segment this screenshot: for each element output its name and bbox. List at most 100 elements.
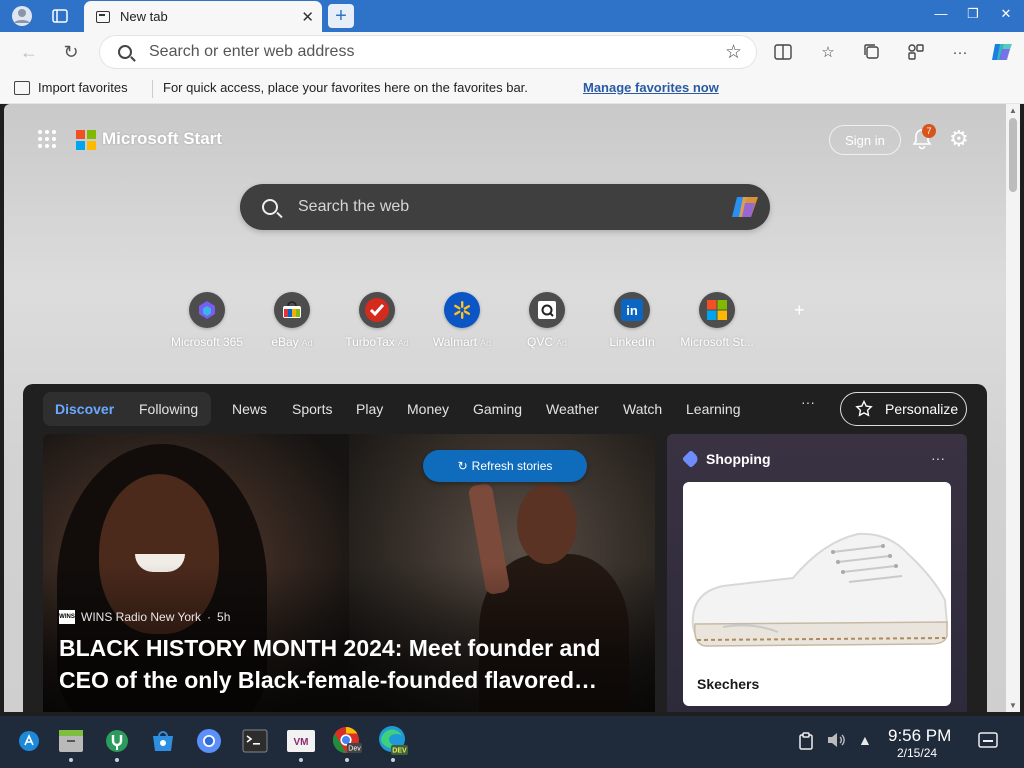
profile-icon[interactable] — [10, 4, 34, 28]
quick-link-walmart[interactable]: Walmart Ad — [417, 292, 507, 349]
news-feed: Discover Following News Sports Play Mone… — [23, 384, 987, 712]
scroll-down-icon[interactable]: ▼ — [1009, 701, 1017, 710]
notification-badge: 7 — [922, 124, 936, 138]
import-favorites-button[interactable]: Import favorites — [38, 80, 128, 95]
favorites-tip: For quick access, place your favorites h… — [163, 80, 528, 95]
ql-label: TurboTax — [345, 335, 395, 349]
tab-learning[interactable]: Learning — [686, 401, 741, 417]
tab-watch[interactable]: Watch — [623, 401, 662, 417]
refresh-icon[interactable]: ↻ — [58, 40, 84, 64]
chromium-icon[interactable] — [192, 724, 226, 758]
web-search-box[interactable]: Search the web — [240, 184, 770, 230]
files-app-icon[interactable] — [54, 724, 88, 762]
tray-expand-icon[interactable]: ▲ — [858, 732, 872, 748]
close-tab-icon[interactable]: ✕ — [301, 8, 314, 26]
product-card[interactable]: Skechers — [683, 482, 951, 706]
quick-link-microsoft-store[interactable]: Microsoft St... — [672, 292, 762, 349]
clock-date[interactable]: 2/15/24 — [897, 746, 937, 760]
personalize-icon — [855, 400, 873, 417]
launcher-icon[interactable] — [12, 724, 46, 758]
tab-discover[interactable]: Discover — [55, 401, 114, 417]
chrome-dev-icon[interactable]: Dev — [330, 724, 364, 762]
brand-title[interactable]: Microsoft Start — [102, 129, 222, 149]
shopping-tag-icon — [681, 449, 701, 469]
search-icon — [262, 199, 278, 215]
minimize-icon[interactable]: — — [930, 6, 952, 21]
restore-icon[interactable]: ❐ — [962, 6, 984, 22]
ql-label: Walmart — [432, 335, 478, 349]
web-search-input[interactable]: Search the web — [298, 198, 409, 216]
page-scrollbar[interactable]: ▲ ▼ — [1006, 104, 1020, 712]
quick-link-microsoft-365[interactable]: Microsoft 365 — [162, 292, 252, 349]
address-input[interactable]: Search or enter web address — [149, 43, 354, 61]
tab-gaming[interactable]: Gaming — [473, 401, 522, 417]
clock-time[interactable]: 9:56 PM — [888, 726, 951, 746]
ql-label: Microsoft St... — [680, 335, 754, 349]
store-app-icon[interactable] — [146, 724, 180, 758]
favorites-icon[interactable]: ☆ — [817, 42, 839, 62]
add-quick-link-icon[interactable]: + — [794, 300, 805, 321]
tab-money[interactable]: Money — [407, 401, 449, 417]
turbotax-icon — [359, 292, 395, 328]
quick-link-ebay[interactable]: eBay Ad — [247, 292, 337, 349]
split-screen-icon[interactable] — [772, 42, 794, 62]
new-tab-button[interactable]: + — [328, 4, 354, 28]
workspaces-icon[interactable] — [48, 4, 72, 28]
tab-new-tab[interactable]: New tab ✕ — [84, 1, 322, 32]
import-favorites-icon[interactable] — [14, 81, 30, 95]
running-indicator — [391, 758, 395, 762]
quick-link-qvc[interactable]: QVC Ad — [502, 292, 592, 349]
app-launcher-icon[interactable] — [38, 130, 56, 148]
microsoft-store-icon — [699, 292, 735, 328]
edge-dev-icon[interactable]: DEV — [376, 724, 410, 762]
tab-following[interactable]: Following — [139, 401, 198, 417]
svg-text:VM: VM — [294, 737, 309, 748]
scrollbar-thumb[interactable] — [1009, 118, 1017, 192]
quick-link-linkedin[interactable]: in LinkedIn — [587, 292, 677, 349]
product-name[interactable]: Skechers — [697, 676, 759, 692]
vm-app-icon[interactable]: VM — [284, 724, 318, 762]
collections-icon[interactable] — [861, 42, 883, 62]
settings-app-icon[interactable] — [100, 724, 134, 762]
microsoft-logo — [76, 130, 96, 150]
sign-in-button[interactable]: Sign in — [829, 125, 901, 155]
ql-label: eBay — [271, 335, 299, 349]
scroll-up-icon[interactable]: ▲ — [1009, 106, 1017, 115]
feed-more-button[interactable]: ··· — [801, 394, 815, 410]
tab-news[interactable]: News — [232, 401, 267, 417]
microsoft-365-icon — [189, 292, 225, 328]
shopping-more-button[interactable]: ··· — [931, 450, 945, 466]
address-bar[interactable]: Search or enter web address ☆ — [100, 36, 756, 68]
story-headline[interactable]: BLACK HISTORY MONTH 2024: Meet founder a… — [59, 632, 643, 696]
settings-icon[interactable]: ⚙ — [949, 126, 969, 152]
ad-badge: Ad — [556, 338, 568, 348]
manage-favorites-link[interactable]: Manage favorites now — [583, 80, 719, 95]
more-menu-icon[interactable]: ··· — [949, 42, 971, 62]
extensions-icon[interactable] — [905, 42, 927, 62]
tab-play[interactable]: Play — [356, 401, 383, 417]
notification-center-icon[interactable] — [978, 732, 998, 751]
new-tab-icon — [96, 10, 110, 23]
tab-title: New tab — [120, 9, 168, 24]
hero-story[interactable]: ↻ Refresh stories WINS WINS Radio New Yo… — [43, 434, 655, 712]
running-indicator — [69, 758, 73, 762]
source-name: WINS Radio New York — [81, 610, 202, 624]
title-bar: New tab ✕ + — ❐ ✕ — [0, 0, 1024, 32]
refresh-stories-button[interactable]: ↻ Refresh stories — [423, 450, 587, 482]
tab-sports[interactable]: Sports — [292, 401, 332, 417]
taskbar: VM Dev DEV ▲ 9:56 PM 2/15/24 — [0, 716, 1024, 768]
quick-link-turbotax[interactable]: TurboTax Ad — [332, 292, 422, 349]
ql-label: QVC — [526, 335, 553, 349]
ad-badge: Ad — [397, 338, 409, 348]
back-icon[interactable]: ← — [16, 40, 42, 64]
add-favorite-icon[interactable]: ☆ — [725, 41, 742, 64]
tab-weather[interactable]: Weather — [546, 401, 599, 417]
copilot-icon[interactable] — [990, 40, 1014, 64]
terminal-icon[interactable] — [238, 724, 272, 758]
copilot-icon[interactable] — [730, 193, 760, 221]
volume-icon[interactable] — [826, 732, 846, 751]
personalize-button[interactable]: Personalize — [840, 392, 967, 426]
personalize-label: Personalize — [885, 401, 959, 417]
clipboard-icon[interactable] — [798, 732, 814, 753]
close-window-icon[interactable]: ✕ — [995, 6, 1017, 22]
